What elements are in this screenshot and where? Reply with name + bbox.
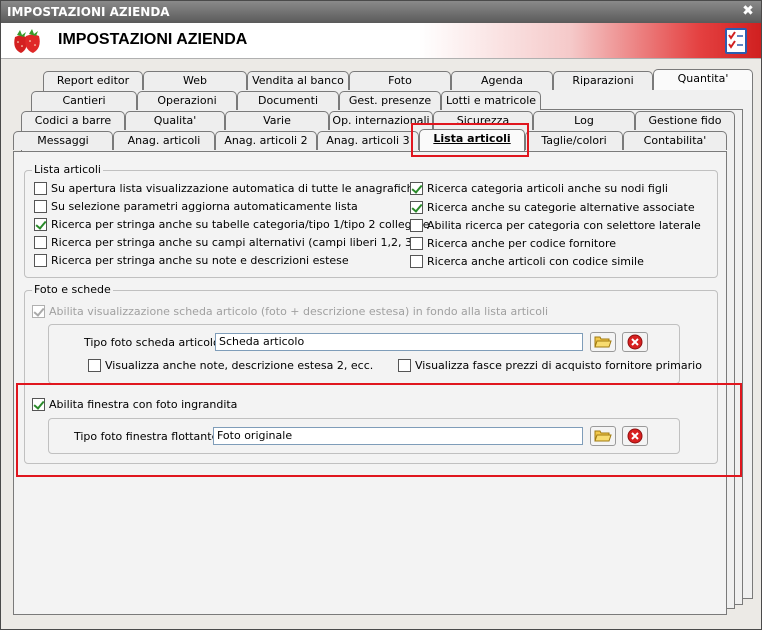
checkbox[interactable] <box>398 359 411 372</box>
opt-ricerca-campi-alternativi[interactable]: Ricerca per stringa anche su campi alter… <box>34 236 416 249</box>
tab-documenti[interactable]: Documenti <box>237 91 339 110</box>
header-banner: IMPOSTAZIONI AZIENDA <box>1 23 761 59</box>
highlight-box-tab <box>411 123 529 157</box>
opt-visualizza-fasce-prezzi[interactable]: Visualizza fasce prezzi di acquisto forn… <box>398 359 702 372</box>
opt-visualizza-note[interactable]: Visualizza anche note, descrizione estes… <box>88 359 373 372</box>
checkbox-label: Ricerca per stringa anche su note e desc… <box>51 254 349 267</box>
checkbox[interactable] <box>34 254 47 267</box>
checkbox-label: Ricerca anche su categorie alternative a… <box>427 201 695 214</box>
tab-lotti-e-matricole[interactable]: Lotti e matricole <box>441 91 541 110</box>
lista-articoli-group-title: Lista articoli <box>32 163 103 176</box>
checkbox-label: Su selezione parametri aggiorna automati… <box>51 200 358 213</box>
tipo-foto-scheda-input[interactable]: Scheda articolo <box>215 333 583 351</box>
tab-qualita[interactable]: Qualita' <box>125 111 225 130</box>
checkbox-label: Ricerca per stringa anche su campi alter… <box>51 236 417 249</box>
opt-nodi-figli[interactable]: Ricerca categoria articoli anche su nodi… <box>410 182 668 195</box>
opt-abilita-scheda-articolo: Abilita visualizzazione scheda articolo … <box>32 305 548 318</box>
tab-messaggi[interactable]: Messaggi <box>13 131 113 150</box>
opt-categorie-alternative[interactable]: Ricerca anche su categorie alternative a… <box>410 201 695 214</box>
checkbox-label: Abilita ricerca per categoria con selett… <box>427 219 701 232</box>
checkbox-label: Visualizza anche note, descrizione estes… <box>105 359 374 372</box>
tipo-foto-scheda-label: Tipo foto scheda articolo : <box>84 336 227 349</box>
tab-agenda[interactable]: Agenda <box>451 71 553 90</box>
tab-anag-articoli-3[interactable]: Anag. articoli 3 <box>317 131 419 150</box>
tab-codici-a-barre[interactable]: Codici a barre <box>21 111 125 130</box>
tab-report-editor[interactable]: Report editor <box>43 71 143 90</box>
checkbox[interactable] <box>34 236 47 249</box>
tab-anag-articoli-2[interactable]: Anag. articoli 2 <box>215 131 317 150</box>
tab-gest-presenze[interactable]: Gest. presenze <box>339 91 441 110</box>
tab-contabilita[interactable]: Contabilita' <box>623 131 727 150</box>
tab-log[interactable]: Log <box>533 111 635 130</box>
checkbox[interactable] <box>88 359 101 372</box>
checkbox[interactable] <box>410 237 423 250</box>
opt-ricerca-tabelle[interactable]: Ricerca per stringa anche su tabelle cat… <box>34 218 429 231</box>
checkbox[interactable] <box>410 182 423 195</box>
checkbox-label: Ricerca per stringa anche su tabelle cat… <box>51 218 430 231</box>
checkbox-label: Ricerca categoria articoli anche su nodi… <box>427 182 668 195</box>
close-icon[interactable]: ✖ <box>741 3 755 19</box>
settings-window: IMPOSTAZIONI AZIENDA ✖ IMPOSTAZIONI AZIE… <box>0 0 762 630</box>
header-title: IMPOSTAZIONI AZIENDA <box>58 31 248 48</box>
highlight-box-finestra <box>16 383 742 477</box>
foto-schede-group-title: Foto e schede <box>32 283 113 296</box>
folder-button[interactable] <box>590 332 616 352</box>
opt-ricerca-note[interactable]: Ricerca per stringa anche su note e desc… <box>34 254 349 267</box>
checkbox[interactable] <box>34 182 47 195</box>
tab-area: Report editor Web Vendita al banco Foto … <box>1 59 761 629</box>
tab-riparazioni[interactable]: Riparazioni <box>553 71 653 90</box>
tab-foto[interactable]: Foto <box>349 71 451 90</box>
checklist-icon[interactable] <box>725 28 747 54</box>
opt-selettore-laterale[interactable]: Abilita ricerca per categoria con selett… <box>410 219 701 232</box>
tab-gestione-fido[interactable]: Gestione fido <box>635 111 735 130</box>
delete-button[interactable] <box>622 332 648 352</box>
checkbox-label: Abilita visualizzazione scheda articolo … <box>49 305 549 318</box>
tab-vendita-al-banco[interactable]: Vendita al banco <box>247 71 349 90</box>
checkbox[interactable] <box>34 200 47 213</box>
tab-cantieri[interactable]: Cantieri <box>31 91 137 110</box>
window-title: IMPOSTAZIONI AZIENDA <box>7 5 170 19</box>
tab-anag-articoli[interactable]: Anag. articoli <box>113 131 215 150</box>
checkbox[interactable] <box>34 218 47 231</box>
tab-varie[interactable]: Varie <box>225 111 329 130</box>
checkbox-label: Visualizza fasce prezzi di acquisto forn… <box>415 359 702 372</box>
checkbox[interactable] <box>410 255 423 268</box>
opt-codice-simile[interactable]: Ricerca anche articoli con codice simile <box>410 255 644 268</box>
tab-quantita[interactable]: Quantita' <box>653 69 753 90</box>
checkbox-label: Ricerca anche articoli con codice simile <box>427 255 644 268</box>
opt-aggiorna-lista[interactable]: Su selezione parametri aggiorna automati… <box>34 200 358 213</box>
checkbox[interactable] <box>410 219 423 232</box>
checkbox-label: Su apertura lista visualizzazione automa… <box>51 182 421 195</box>
opt-apertura-lista[interactable]: Su apertura lista visualizzazione automa… <box>34 182 420 195</box>
title-bar: IMPOSTAZIONI AZIENDA ✖ <box>1 1 761 23</box>
folder-open-icon <box>594 336 612 348</box>
opt-codice-fornitore[interactable]: Ricerca anche per codice fornitore <box>410 237 616 250</box>
checkbox-label: Ricerca anche per codice fornitore <box>427 237 617 250</box>
delete-icon <box>627 334 643 350</box>
tab-operazioni[interactable]: Operazioni <box>137 91 237 110</box>
checkbox <box>32 305 45 318</box>
tab-taglie-colori[interactable]: Taglie/colori <box>525 131 623 150</box>
checkbox[interactable] <box>410 201 423 214</box>
strawberry-logo-icon <box>14 29 40 53</box>
tab-web[interactable]: Web <box>143 71 247 90</box>
